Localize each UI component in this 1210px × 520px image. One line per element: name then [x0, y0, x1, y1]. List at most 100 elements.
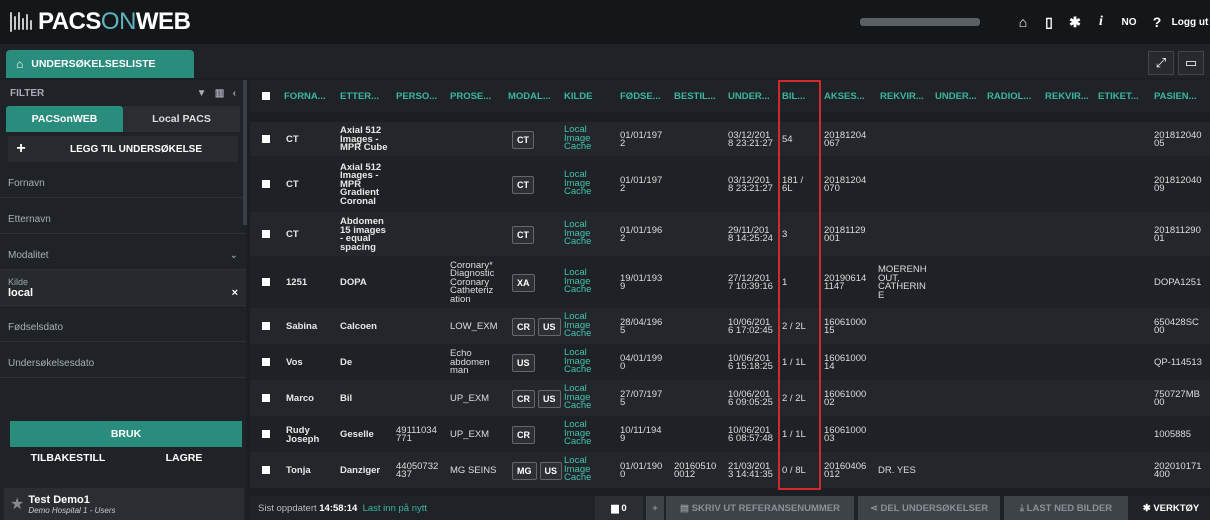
column-header[interactable]: PROSE... — [450, 91, 491, 102]
table-row[interactable]: CT Axial 512 Images - MPR Cube CT Local Image C… — [250, 122, 1210, 156]
reset-button[interactable]: TILBAKESTILL — [10, 452, 126, 474]
add-exam-button[interactable]: + LEGG TIL UNDERSØKELSE — [8, 136, 238, 162]
select-all-checkbox[interactable] — [262, 92, 270, 100]
firstname-field[interactable]: Fornavn — [0, 162, 246, 198]
app-logo[interactable]: PACS ON WEB — [8, 8, 191, 36]
patient-id: 400 — [1154, 469, 1170, 480]
patient-id: 00 — [1154, 325, 1165, 336]
first-name: Sabina — [286, 321, 318, 332]
column-header[interactable]: ETIKET... — [1098, 91, 1139, 102]
row-checkbox[interactable] — [262, 180, 270, 188]
columns-icon[interactable]: ▥ — [215, 88, 224, 99]
column-header[interactable]: KILDE — [564, 91, 593, 102]
column-header[interactable]: FORNA... — [284, 91, 326, 102]
logo-text-pacs: PACS — [38, 8, 101, 35]
print-reference-button[interactable]: ▤ SKRIV UT REFERANSENUMMER — [666, 496, 854, 520]
table-row[interactable]: Rudy Joseph Geselle 49111034 771 UP_EXM CR Loca… — [250, 416, 1210, 452]
lastname-field[interactable]: Etternavn — [0, 198, 246, 234]
modality-badges: US — [512, 354, 535, 372]
table-row[interactable]: Marco Bil UP_EXM CR US Local Image Cache 27/07/1… — [250, 380, 1210, 416]
user-info: Test Demo1 Demo Hospital 1 - Users — [28, 494, 115, 515]
accession-number: 001 — [824, 233, 840, 244]
row-checkbox[interactable] — [262, 135, 270, 143]
row-checkbox[interactable] — [262, 394, 270, 402]
modality-badge: CR — [512, 390, 535, 408]
tab-local-pacs[interactable]: Local PACS — [123, 106, 240, 132]
column-header[interactable]: UNDER... — [935, 91, 977, 102]
row-checkbox[interactable] — [262, 278, 270, 286]
row-checkbox[interactable] — [262, 358, 270, 366]
column-header[interactable]: REKVIR... — [880, 91, 924, 102]
row-checkbox[interactable] — [262, 322, 270, 330]
folder-icon: ▆ — [611, 502, 619, 514]
birth-date: 27/07/197 — [620, 388, 663, 400]
column-header[interactable]: MODAL... — [508, 91, 551, 102]
row-checkbox[interactable] — [262, 466, 270, 474]
device-icon[interactable]: ▯ — [1036, 14, 1062, 31]
column-header[interactable]: REKVIR... — [1045, 91, 1089, 102]
row-checkbox[interactable] — [262, 230, 270, 238]
add-folder-button[interactable]: + — [646, 496, 664, 520]
row-checkbox[interactable] — [262, 430, 270, 438]
save-button[interactable]: LAGRE — [126, 452, 242, 474]
funnel-icon[interactable]: ▼ — [197, 88, 207, 99]
sidebar-scrollbar[interactable] — [243, 80, 247, 225]
table-row[interactable]: 1251 DOPA Coronary* Diagnostic Coronary Cathe… — [250, 256, 1210, 308]
table-row[interactable]: CT Axial 512 Images - MPR Gradient Coronal CT L… — [250, 156, 1210, 212]
apply-button[interactable]: BRUK — [10, 421, 242, 447]
share-exams-button[interactable]: ⋖ DEL UNDERSØKELSER — [858, 496, 1000, 520]
column-header[interactable]: UNDER... — [728, 91, 770, 102]
tab-pacsonweb[interactable]: PACSonWEB — [6, 106, 123, 132]
reload-link[interactable]: Last inn på nytt — [363, 503, 427, 514]
source-label: Cache — [564, 436, 592, 447]
column-header[interactable]: ETTER... — [340, 91, 379, 102]
download-images-button[interactable]: ⤓ LAST NED BILDER — [1004, 496, 1128, 520]
modality-badge: US — [512, 354, 535, 372]
source-label: Cache — [564, 400, 592, 411]
accession-number: 03 — [824, 433, 835, 444]
tools-button[interactable]: ✱ VERKTØY — [1132, 496, 1210, 520]
source-select[interactable]: Kilde local × — [0, 270, 246, 306]
patient-id: 01 — [1154, 233, 1165, 244]
table-row[interactable]: CT Abdomen 15 images - equal spacing CT Local I… — [250, 212, 1210, 256]
filter-header: FILTER ▼ ▥ ‹ — [0, 80, 246, 106]
procedure: LOW_EXM — [450, 320, 498, 332]
logo-mark-icon — [8, 10, 34, 34]
dob-field[interactable]: Fødselsdato — [0, 306, 246, 342]
exam-date-label: Undersøkelsesdato — [8, 358, 95, 369]
first-name: Joseph — [286, 434, 320, 445]
user-profile[interactable]: ★ Test Demo1 Demo Hospital 1 - Users — [4, 488, 244, 520]
column-header[interactable]: PERSO... — [396, 91, 437, 102]
home-icon[interactable]: ⌂ — [1010, 14, 1036, 30]
panel-toggle-icon[interactable]: ▭ — [1178, 51, 1204, 75]
gear-icon[interactable]: ✱ — [1062, 14, 1088, 31]
language-button[interactable]: NO — [1114, 17, 1144, 28]
clear-icon[interactable]: × — [232, 287, 238, 299]
birth-date: 01/01/197 — [620, 174, 663, 186]
exam-date: 8 14:25:24 — [728, 233, 773, 244]
exam-date-field[interactable]: Undersøkelsesdato — [0, 342, 246, 378]
help-icon[interactable]: ? — [1144, 14, 1170, 30]
column-header[interactable]: AKSES... — [824, 91, 865, 102]
folder-button[interactable]: ▆ 0 — [595, 496, 643, 520]
last-name: De — [340, 356, 353, 368]
table-row[interactable]: Vos De Echo abdomen man US Local Image Cache 04/0… — [250, 344, 1210, 380]
birth-date: 01/01/196 — [620, 224, 663, 236]
column-header[interactable]: BESTIL... — [674, 91, 716, 102]
table-row[interactable]: Tonja Danziger 44050732 437 MG SEINS MG US Loca… — [250, 452, 1210, 488]
column-header[interactable]: PASIEN... — [1154, 91, 1197, 102]
modality-select[interactable]: Modalitet ⌄ — [0, 234, 246, 270]
procedure: UP_EXM — [450, 392, 490, 404]
info-icon[interactable]: i — [1088, 14, 1114, 30]
table-row[interactable]: Sabina Calcoen LOW_EXM CR US Local Image Cache 2… — [250, 308, 1210, 344]
tab-exam-list[interactable]: ⌂ UNDERSØKELSESLISTE — [6, 50, 194, 78]
logout-button[interactable]: Logg ut — [1170, 17, 1210, 28]
collapse-icon[interactable]: ‹ — [233, 88, 236, 99]
source-label: Cache — [564, 141, 592, 152]
column-header[interactable]: RADIOL... — [987, 91, 1031, 102]
column-header[interactable]: FØDSE... — [620, 91, 661, 102]
username-display[interactable] — [860, 18, 980, 26]
order-number: 0012 — [674, 469, 696, 480]
star-icon: ★ — [10, 496, 25, 513]
fullscreen-icon[interactable]: ⤢ — [1148, 51, 1174, 75]
